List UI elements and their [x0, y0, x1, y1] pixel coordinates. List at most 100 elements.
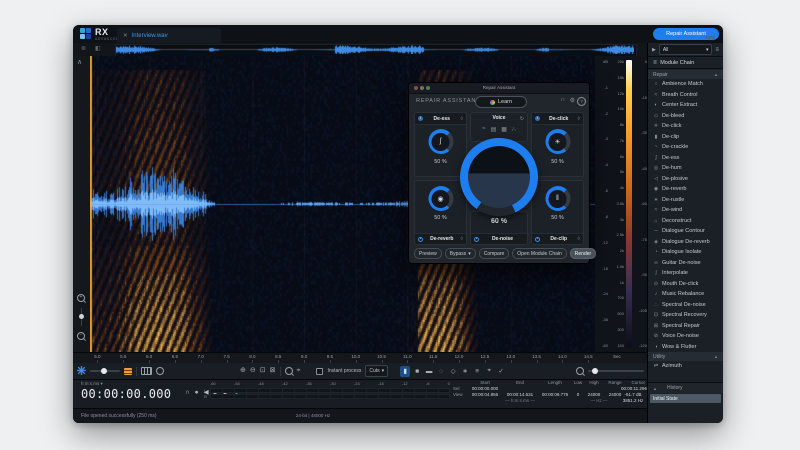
magnifier-icon[interactable] [285, 367, 293, 375]
module-wow-flutter[interactable]: ◑Wow & Flutter [648, 342, 723, 353]
module-interpolate[interactable]: ∫Interpolate [648, 268, 723, 279]
grab-hand-icon[interactable]: ⌖ [297, 367, 301, 375]
timecode-display[interactable]: 00:00:00.000 [81, 387, 171, 401]
de-noise-big-knob[interactable] [460, 138, 538, 216]
tool-fade-tool[interactable]: ≡ [472, 366, 482, 377]
section-header-utility[interactable]: Utility▲ [648, 352, 723, 361]
de-click-knob[interactable]: ☀ [545, 129, 570, 154]
power-icon[interactable] [474, 237, 479, 242]
module-center-extract[interactable]: ◐Center Extract [648, 100, 723, 111]
module-de-hum[interactable]: ◎De-hum [648, 163, 723, 174]
tool-time-frequency-selection[interactable]: ■ [412, 366, 422, 377]
module-spectral-de-noise[interactable]: ∴Spectral De-noise [648, 300, 723, 311]
module-de-reverb[interactable]: ◉De-reverb [648, 184, 723, 195]
module-spectral-repair[interactable]: ⊞Spectral Repair [648, 321, 723, 332]
instant-process-mode-select[interactable]: Cuts▾ [365, 365, 388, 377]
learn-tag-icon[interactable]: ◊ [461, 116, 463, 122]
module-menu-icon[interactable]: ≡ [715, 47, 719, 53]
tool-locate-tool[interactable]: ⌖ [484, 366, 494, 377]
settings-gear-icon[interactable]: ⚙ [570, 97, 575, 104]
zoom-all-icon[interactable]: ⊠ [270, 367, 276, 375]
module-guitar-de-noise[interactable]: ∞Guitar De-noise [648, 258, 723, 269]
module-de-rustle[interactable]: ∗De-rustle [648, 195, 723, 206]
h-zoom-icon[interactable] [576, 367, 584, 375]
monitor-button[interactable]: ∩ [185, 389, 190, 397]
module-music-rebalance[interactable]: ♪Music Rebalance [648, 289, 723, 300]
instant-process-checkbox[interactable] [316, 368, 323, 375]
tool-magic-wand[interactable]: ∗ [460, 366, 470, 377]
tool-lasso-selection[interactable]: ◌ [436, 366, 446, 377]
v-zoom-out-icon[interactable]: − [77, 332, 85, 340]
tab-close-icon[interactable]: ✕ [123, 33, 128, 39]
de-clip-knob[interactable]: ‖ [545, 186, 570, 211]
module-de-ess[interactable]: ʃDe-ess [648, 153, 723, 164]
headphones-icon[interactable]: ∩ [561, 97, 565, 103]
module-ambience-match[interactable]: ○Ambience Match [648, 79, 723, 90]
tool-frequency-selection[interactable]: ▬ [424, 366, 434, 377]
de-clip-icon: ‖ [549, 190, 567, 208]
module-voice-de-noise[interactable]: ⊘Voice De-noise [648, 331, 723, 342]
spectrogram-blend-icon[interactable] [124, 368, 132, 375]
module-de-plosive[interactable]: ◁De-plosive [648, 174, 723, 185]
content-type-icon-3[interactable]: ∴ [512, 126, 516, 133]
learn-tag-icon[interactable]: ◊ [578, 116, 580, 122]
tool-brush-selection[interactable]: ◇ [448, 366, 458, 377]
module-dialogue-de-reverb[interactable]: ◈Dialogue De-reverb [648, 237, 723, 248]
module-dialogue-contour[interactable]: ∼Dialogue Contour [648, 226, 723, 237]
content-type-icon-0[interactable]: ≈ [482, 126, 485, 133]
file-tab[interactable]: ✕ Interview.wav [117, 28, 221, 43]
dialog-button-bypass[interactable]: Bypass▾ [445, 248, 476, 259]
relearn-icon[interactable]: ↻ [520, 116, 524, 122]
dialog-button-compare[interactable]: Compare [479, 248, 510, 259]
module-de-crackle[interactable]: ~De-crackle [648, 142, 723, 153]
history-item[interactable]: Initial State [650, 394, 721, 403]
learn-tag-icon[interactable]: ◊ [461, 236, 463, 242]
module-de-click[interactable]: ☀De-click [648, 121, 723, 132]
module-deconstruct[interactable]: ⌂Deconstruct [648, 216, 723, 227]
module-chain-item[interactable]: ≣ Module Chain [648, 57, 723, 69]
preview-icon[interactable]: ▶ [652, 47, 656, 53]
module-dialogue-isolate[interactable]: ◔Dialogue Isolate [648, 247, 723, 258]
de-ess-knob[interactable]: ʃ [428, 129, 453, 154]
v-zoom-slider[interactable] [81, 308, 82, 326]
overview-waveform[interactable] [116, 45, 634, 54]
module-mouth-de-click[interactable]: ⊙Mouth De-click [648, 279, 723, 290]
collapse-up-icon[interactable]: ∧ [77, 58, 82, 66]
v-zoom-in-icon[interactable]: + [77, 294, 85, 302]
layout-icon[interactable]: ◧ [95, 46, 101, 53]
h-zoom-slider[interactable] [588, 370, 644, 372]
tool-time-selection[interactable]: ▮ [400, 366, 410, 377]
power-icon[interactable] [535, 237, 540, 242]
keyboard-icon[interactable] [141, 367, 152, 375]
module-de-clip[interactable]: ▮De-clip [648, 132, 723, 143]
waveform-spectrogram-blend-slider[interactable] [90, 370, 120, 372]
de-reverb-knob[interactable]: ◉ [428, 186, 453, 211]
help-icon[interactable]: ? [577, 97, 586, 106]
info-icon[interactable]: i [535, 116, 540, 121]
power-icon[interactable] [418, 237, 423, 242]
module-de-bleed[interactable]: ◇De-bleed [648, 111, 723, 122]
dialog-button-preview[interactable]: Preview [414, 248, 442, 259]
markers-icon[interactable]: ≣ [81, 46, 86, 53]
izotope-star-icon[interactable] [77, 362, 86, 380]
content-type-icon-1[interactable]: ▤ [491, 126, 497, 133]
clock-icon[interactable] [156, 367, 164, 375]
module-filter-select[interactable]: All▾ [659, 44, 713, 55]
module-spectral-recovery[interactable]: ⊡Spectral Recovery [648, 310, 723, 321]
learn-button[interactable]: Learn [475, 96, 527, 108]
section-header-repair[interactable]: Repair▲ [648, 70, 723, 79]
zoom-selection-icon[interactable]: ⊡ [260, 367, 266, 375]
zoom-in-icon[interactable]: ⊕ [240, 367, 246, 375]
info-icon[interactable]: i [418, 116, 423, 121]
content-type-icon-2[interactable]: ▦ [501, 126, 507, 133]
module-azimuth[interactable]: ⇄Azimuth [648, 361, 723, 372]
tool-confirm-tool[interactable]: ✓ [496, 366, 506, 377]
record-button[interactable]: ● [195, 389, 199, 397]
module-breath-control[interactable]: ≈Breath Control [648, 90, 723, 101]
history-header[interactable]: ▲ History [648, 383, 723, 393]
module-de-wind[interactable]: ≈De-wind [648, 205, 723, 216]
zoom-out-icon[interactable]: ⊖ [250, 367, 256, 375]
dialog-button-render[interactable]: Render [570, 248, 596, 259]
dialog-button-open-module-chain[interactable]: Open Module Chain [512, 248, 566, 259]
learn-tag-icon[interactable]: ◊ [578, 236, 580, 242]
